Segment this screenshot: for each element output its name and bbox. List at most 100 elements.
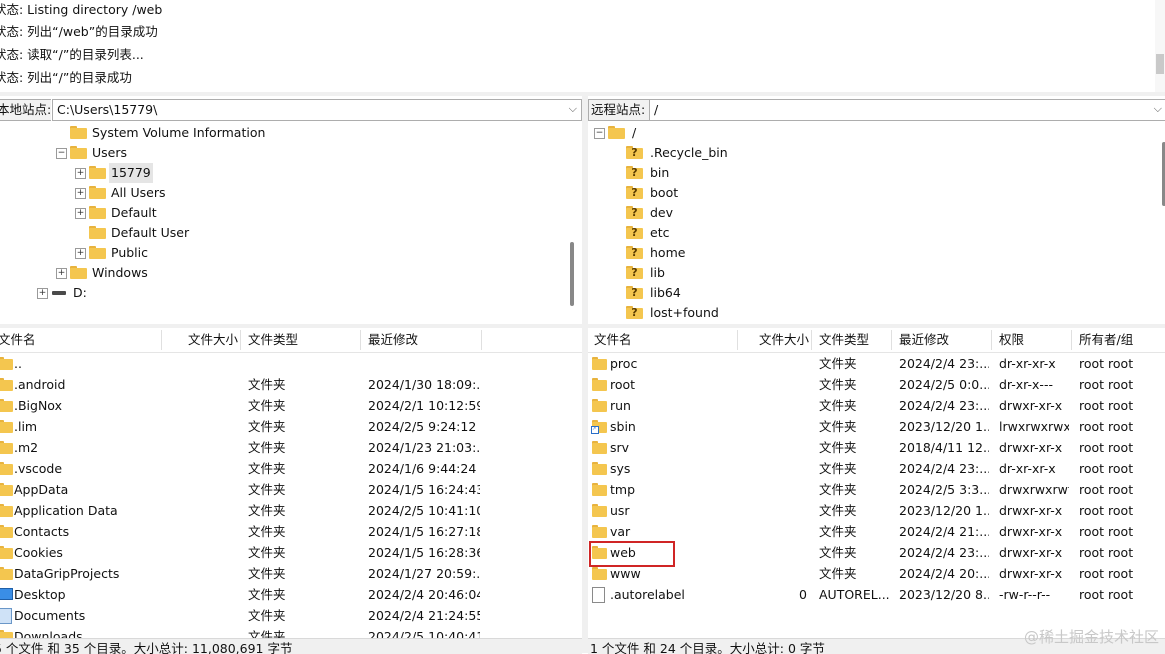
expand-icon[interactable]: +: [75, 168, 86, 179]
column-header-permissions[interactable]: 权限: [999, 328, 1024, 352]
file-row[interactable]: Downloads 文件夹 2024/2/5 10:40:41: [0, 626, 582, 638]
cell-name: Desktop: [14, 587, 66, 602]
column-divider[interactable]: [811, 330, 812, 350]
cell-type: 文件夹: [248, 545, 286, 560]
watermark: @稀土掘金技术社区: [1023, 628, 1159, 646]
column-divider[interactable]: [891, 330, 892, 350]
file-row[interactable]: .m2 文件夹 2024/1/23 21:03:...: [0, 437, 582, 458]
local-path-combo[interactable]: C:\Users\15779\ ⌵: [52, 99, 582, 121]
remote-status-text: 1 个文件 和 24 个目录。大小总计: 0 字节: [590, 641, 825, 654]
cell-type: 文件夹: [819, 545, 857, 560]
file-row[interactable]: root 文件夹 2024/2/5 0:0... dr-xr-x--- root roo…: [588, 374, 1165, 395]
column-header-owner[interactable]: 所有者/组: [1079, 328, 1133, 352]
cell-owner: root root: [1079, 587, 1134, 602]
file-row[interactable]: DataGripProjects 文件夹 2024/1/27 20:59:...: [0, 563, 582, 584]
column-header-filename[interactable]: 文件名: [594, 328, 632, 352]
file-row[interactable]: .autorelabel 0 AUTOREL... 2023/12/20 8... -r…: [588, 584, 1165, 605]
column-header-size[interactable]: 文件大小: [188, 328, 238, 352]
folder-icon: [0, 630, 13, 638]
file-row[interactable]: proc 文件夹 2024/2/4 23:... dr-xr-xr-x root roo…: [588, 353, 1165, 374]
column-divider[interactable]: [161, 330, 162, 350]
column-header-type[interactable]: 文件类型: [248, 328, 298, 352]
file-row[interactable]: Application Data 文件夹 2024/2/5 10:41:10: [0, 500, 582, 521]
column-header-size[interactable]: 文件大小: [759, 328, 809, 352]
column-divider[interactable]: [481, 330, 482, 350]
column-header-modified[interactable]: 最近修改: [899, 328, 949, 352]
file-row[interactable]: usr 文件夹 2023/12/20 1... drwxr-xr-x root root: [588, 500, 1165, 521]
tree-item-label: 15779: [109, 163, 153, 183]
folder-icon: [89, 246, 106, 259]
folder-icon: [592, 525, 607, 538]
file-row[interactable]: Documents 文件夹 2024/2/4 21:24:55: [0, 605, 582, 626]
file-row[interactable]: Contacts 文件夹 2024/1/5 16:27:18: [0, 521, 582, 542]
cell-name: root: [610, 377, 636, 392]
column-divider[interactable]: [1071, 330, 1072, 350]
file-row[interactable]: Desktop 文件夹 2024/2/4 20:46:04: [0, 584, 582, 605]
file-row[interactable]: .lim 文件夹 2024/2/5 9:24:12: [0, 416, 582, 437]
log-scrollbar[interactable]: [1155, 0, 1165, 92]
cell-modified: 2024/2/4 23:...: [899, 545, 989, 560]
tree-item-label: All Users: [111, 185, 166, 200]
local-tree-scrollbar-thumb[interactable]: [570, 242, 574, 306]
cell-perm: dr-xr-x---: [999, 377, 1053, 392]
file-row[interactable]: srv 文件夹 2018/4/11 12... drwxr-xr-x root root: [588, 437, 1165, 458]
cell-type: 文件夹: [248, 503, 286, 518]
expand-icon[interactable]: +: [56, 268, 67, 279]
cell-name: Documents: [14, 608, 86, 623]
collapse-icon[interactable]: −: [594, 128, 605, 139]
tree-item-label: home: [650, 245, 686, 260]
cell-name: sbin: [610, 419, 636, 434]
folder-icon: [592, 357, 607, 370]
column-divider[interactable]: [991, 330, 992, 350]
column-header-filename[interactable]: 文件名: [0, 328, 36, 352]
column-header-type[interactable]: 文件类型: [819, 328, 869, 352]
unknown-folder-icon: ?: [626, 226, 643, 239]
remote-path-combo[interactable]: / ⌵: [649, 99, 1165, 121]
folder-icon: [89, 166, 106, 179]
column-divider[interactable]: [360, 330, 361, 350]
tree-item-label: .Recycle_bin: [650, 145, 728, 160]
column-divider[interactable]: [240, 330, 241, 350]
file-row[interactable]: ..: [0, 353, 582, 374]
file-row[interactable]: run 文件夹 2024/2/4 23:... drwxr-xr-x root root: [588, 395, 1165, 416]
expand-icon[interactable]: +: [75, 208, 86, 219]
tree-item-label: dev: [650, 205, 674, 220]
cell-modified: 2024/2/4 23:...: [899, 398, 989, 413]
cell-modified: 2024/1/5 16:28:36: [368, 545, 480, 560]
log-scrollbar-thumb[interactable]: [1156, 54, 1164, 74]
file-row[interactable]: tmp 文件夹 2024/2/5 3:3... drwxrwxrwt root root: [588, 479, 1165, 500]
file-row[interactable]: .vscode 文件夹 2024/1/6 9:44:24: [0, 458, 582, 479]
cell-type: 文件夹: [819, 566, 857, 581]
cell-owner: root root: [1079, 545, 1134, 560]
file-row[interactable]: var 文件夹 2024/2/4 21:... drwxr-xr-x root root: [588, 521, 1165, 542]
cell-name: ..: [14, 356, 22, 371]
cell-type: 文件夹: [819, 398, 857, 413]
cell-name: Application Data: [14, 503, 118, 518]
file-row[interactable]: AppData 文件夹 2024/1/5 16:24:43: [0, 479, 582, 500]
column-divider[interactable]: [737, 330, 738, 350]
chevron-down-icon[interactable]: ⌵: [1154, 99, 1162, 119]
expand-icon[interactable]: +: [75, 188, 86, 199]
tree-item-label: lib64: [650, 285, 681, 300]
file-row[interactable]: ↗ sbin 文件夹 2023/12/20 1... lrwxrwxrwx root ro…: [588, 416, 1165, 437]
expand-icon[interactable]: +: [37, 288, 48, 299]
expand-icon[interactable]: +: [75, 248, 86, 259]
file-row[interactable]: sys 文件夹 2024/2/4 23:... dr-xr-xr-x root root: [588, 458, 1165, 479]
cell-name: AppData: [14, 482, 69, 497]
cell-modified: 2023/12/20 1...: [899, 503, 989, 518]
cell-owner: root root: [1079, 524, 1134, 539]
cell-type: 文件夹: [248, 377, 286, 392]
chevron-down-icon[interactable]: ⌵: [569, 99, 577, 119]
collapse-icon[interactable]: −: [56, 148, 67, 159]
cell-owner: root root: [1079, 461, 1134, 476]
file-row[interactable]: .android 文件夹 2024/1/30 18:09:...: [0, 374, 582, 395]
column-header-modified[interactable]: 最近修改: [368, 328, 418, 352]
cell-perm: dr-xr-xr-x: [999, 356, 1056, 371]
file-row[interactable]: Cookies 文件夹 2024/1/5 16:28:36: [0, 542, 582, 563]
file-row[interactable]: .BigNox 文件夹 2024/2/1 10:12:59: [0, 395, 582, 416]
cell-modified: 2024/1/30 18:09:...: [368, 377, 480, 392]
cell-type: 文件夹: [819, 419, 857, 434]
local-site-bar: 本地站点: C:\Users\15779\ ⌵: [0, 99, 582, 121]
cell-perm: drwxr-xr-x: [999, 545, 1063, 560]
cell-name: .autorelabel: [610, 587, 685, 602]
